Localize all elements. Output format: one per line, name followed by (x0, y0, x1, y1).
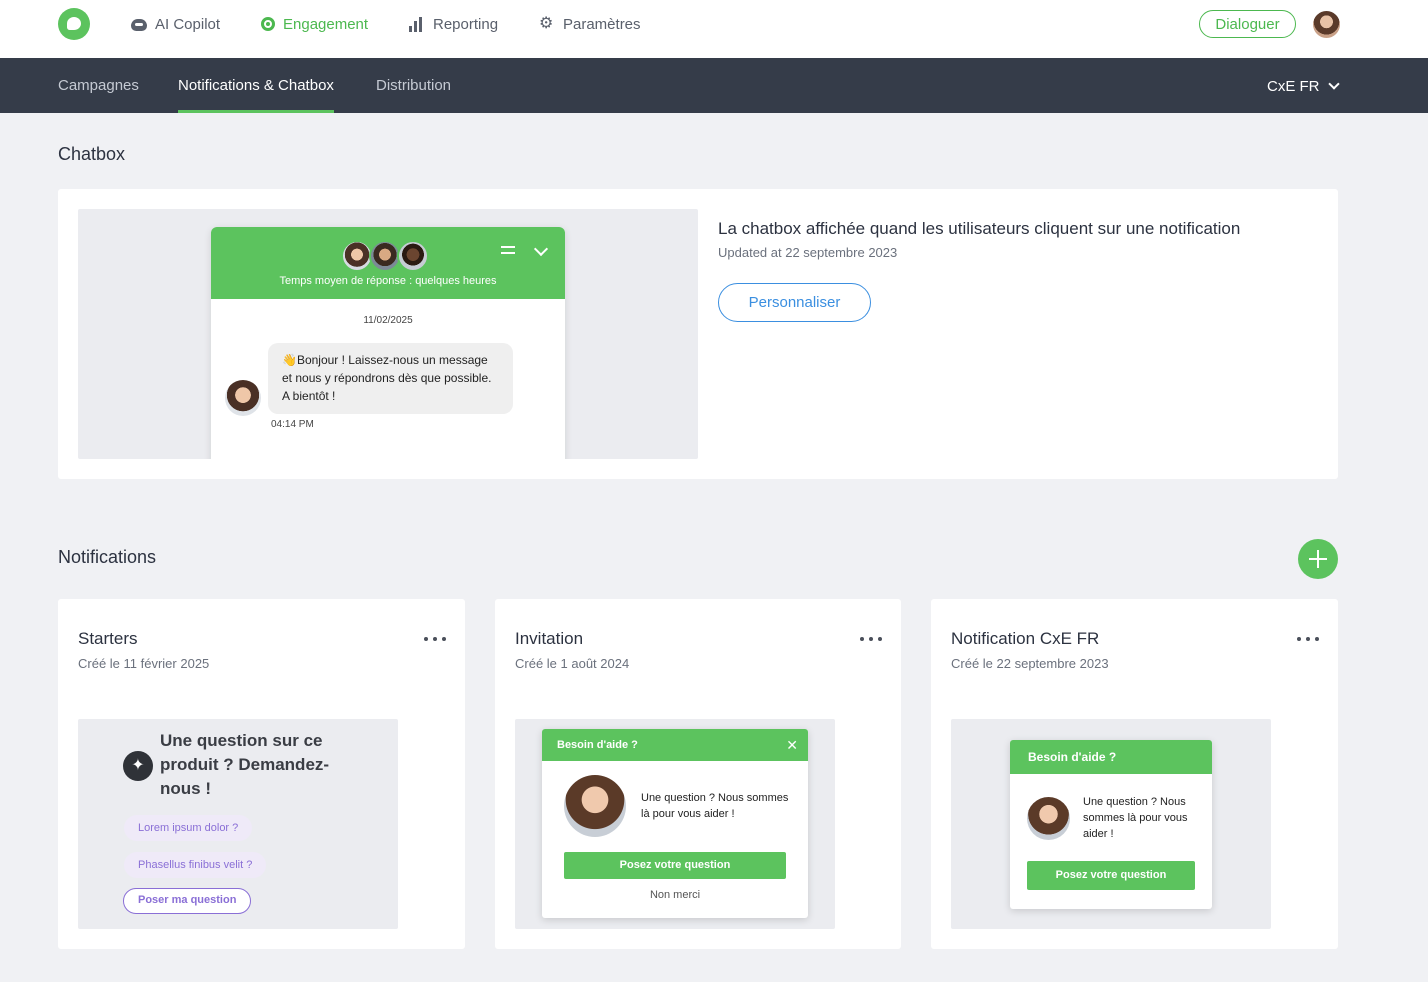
chevron-down-icon (1327, 78, 1340, 90)
cxe-fr-popup: Besoin d'aide ? Une question ? Nous somm… (1010, 740, 1212, 909)
chatbox-updated-date: Updated at 22 septembre 2023 (718, 245, 898, 260)
chatbox-description-title: La chatbox affichée quand les utilisateu… (718, 219, 1241, 238)
popup-cta: Posez votre question (564, 852, 786, 879)
starter-question: Une question sur ce produit ? Demandez-n… (160, 731, 330, 798)
top-navigation: AI Copilot Engagement Reporting ⚙ Paramè… (0, 0, 1428, 58)
chat-date: 11/02/2025 (363, 315, 413, 326)
sub-navigation: Campagnes Notifications & Chatbox Distri… (0, 58, 1428, 113)
tab-notifications-chatbox[interactable]: Notifications & Chatbox (178, 58, 334, 113)
cxe-fr-preview: Besoin d'aide ? Une question ? Nous somm… (951, 719, 1271, 929)
chatbox-card: Temps moyen de réponse : quelques heures… (58, 189, 1338, 479)
agent-avatar (225, 380, 261, 416)
copilot-icon (131, 19, 147, 31)
add-notification-button[interactable] (1298, 539, 1338, 579)
nav-item-engagement[interactable]: Engagement (261, 14, 368, 34)
agent-avatar (397, 240, 429, 272)
nav-item-parametres[interactable]: ⚙ Paramètres (539, 14, 641, 34)
tab-campagnes[interactable]: Campagnes (58, 58, 139, 113)
nav-item-label: Engagement (283, 15, 369, 33)
popup-header-title: Besoin d'aide ? (557, 739, 638, 751)
nav-item-label: Paramètres (563, 15, 641, 33)
nav-item-ai-copilot[interactable]: AI Copilot (131, 14, 220, 34)
invitation-preview: Besoin d'aide ? ✕ Une question ? Nous so… (515, 719, 835, 929)
popup-header-title: Besoin d'aide ? (1028, 750, 1117, 764)
reporting-icon (409, 16, 425, 32)
dialoguer-button[interactable]: Dialoguer (1199, 10, 1296, 38)
starter-cta: Poser ma question (123, 888, 252, 914)
popup-header: Besoin d'aide ? (1010, 740, 1212, 774)
agent-avatar (1027, 797, 1070, 840)
chat-header: Temps moyen de réponse : quelques heures (211, 227, 565, 299)
nav-item-label: AI Copilot (155, 15, 221, 33)
starter-chip: Lorem ipsum dolor ? (124, 815, 253, 841)
personnaliser-button[interactable]: Personnaliser (718, 283, 871, 322)
notification-created-date: Créé le 22 septembre 2023 (951, 656, 1109, 671)
notification-title: Invitation (515, 629, 584, 648)
app-logo-icon[interactable] (58, 8, 90, 40)
chevron-down-icon (533, 241, 549, 257)
account-selector[interactable]: CxE FR (1267, 76, 1340, 96)
chat-window-preview: Temps moyen de réponse : quelques heures… (211, 227, 565, 459)
sparkle-icon: ✦ (123, 751, 153, 781)
popup-cta: Posez votre question (1027, 861, 1195, 890)
notification-card-cxe-fr[interactable]: Notification CxE FR Créé le 22 septembre… (931, 599, 1338, 949)
nav-item-reporting[interactable]: Reporting (409, 14, 498, 34)
notification-title: Notification CxE FR (951, 629, 1100, 648)
chat-message-bubble: 👋Bonjour ! Laissez-nous un message et no… (268, 343, 513, 414)
more-options-icon[interactable] (1297, 637, 1319, 643)
user-avatar[interactable] (1313, 11, 1340, 38)
chatbox-section-title: Chatbox (58, 144, 126, 164)
popup-text: Une question ? Nous sommes là pour vous … (1083, 796, 1188, 840)
notifications-section-title: Notifications (58, 547, 157, 567)
response-time-text: Temps moyen de réponse : quelques heures (279, 275, 497, 287)
tab-distribution[interactable]: Distribution (376, 58, 451, 113)
close-icon: ✕ (786, 737, 798, 753)
agent-avatar (564, 775, 626, 837)
popup-text: Une question ? Nous sommes là pour vous … (641, 792, 789, 820)
nav-item-label: Reporting (433, 15, 499, 33)
notification-card-starters[interactable]: Starters Créé le 11 février 2025 ✦ Une q… (58, 599, 465, 949)
gear-icon: ⚙ (539, 15, 554, 32)
account-name: CxE FR (1267, 77, 1320, 95)
popup-dismiss: Non merci (649, 889, 701, 901)
notification-card-invitation[interactable]: Invitation Créé le 1 août 2024 Besoin d'… (495, 599, 901, 949)
more-options-icon[interactable] (424, 637, 446, 643)
notification-created-date: Créé le 11 février 2025 (78, 656, 210, 671)
agent-avatars (341, 240, 429, 272)
chat-message-time: 04:14 PM (271, 419, 314, 430)
more-options-icon[interactable] (860, 637, 882, 643)
engagement-icon (261, 17, 275, 31)
notification-created-date: Créé le 1 août 2024 (515, 656, 630, 671)
invitation-popup: Besoin d'aide ? ✕ Une question ? Nous so… (542, 729, 808, 918)
notification-title: Starters (78, 629, 138, 648)
popup-header: Besoin d'aide ? ✕ (542, 729, 808, 761)
chatbox-preview: Temps moyen de réponse : quelques heures… (78, 209, 698, 459)
sliders-icon (501, 244, 515, 256)
starters-preview: ✦ Une question sur ce produit ? Demandez… (78, 719, 398, 929)
starter-chip: Phasellus finibus velit ? (124, 852, 267, 878)
